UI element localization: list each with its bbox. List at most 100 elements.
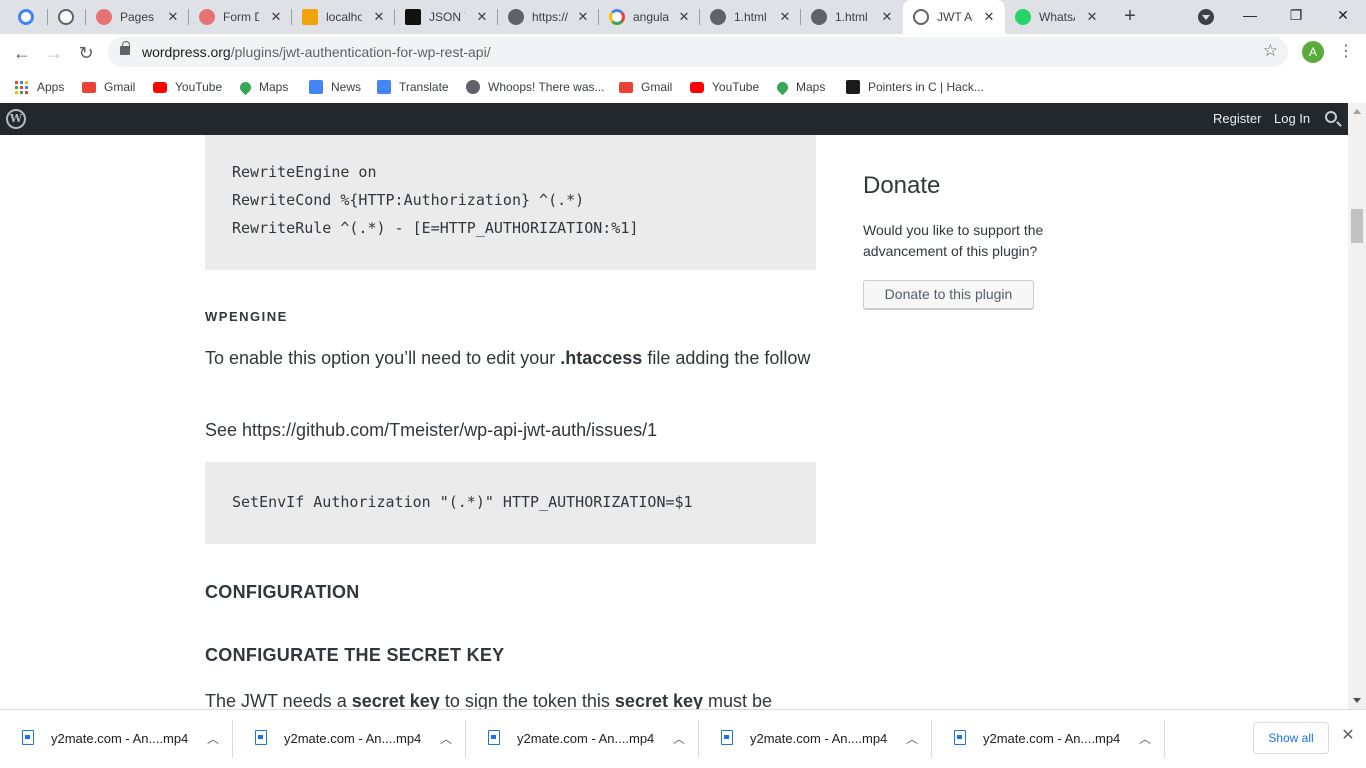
download-item[interactable]: y2mate.com - An....mp4 ︿ <box>932 710 1165 768</box>
close-icon[interactable]: ✕ <box>676 9 692 25</box>
close-icon[interactable]: ✕ <box>1339 727 1357 745</box>
download-item[interactable]: y2mate.com - An....mp4 ︿ <box>466 710 699 768</box>
new-tab-button[interactable]: + <box>1119 5 1141 27</box>
video-file-icon <box>22 730 34 745</box>
browser-toolbar: ← → ↻ wordpress.org/plugins/jwt-authenti… <box>0 34 1366 71</box>
bookmark-gmail[interactable]: Gmail <box>82 77 135 97</box>
download-filename: y2mate.com - An....mp4 <box>750 731 888 746</box>
browser-menu-icon[interactable]: ⋮ <box>1338 40 1354 64</box>
bookmark-hackerrank[interactable]: Pointers in C | Hack... <box>846 77 984 97</box>
bookmark-youtube-2[interactable]: YouTube <box>690 77 759 97</box>
show-all-downloads-button[interactable]: Show all <box>1253 722 1329 754</box>
wpengine-heading: WPENGINE <box>205 309 288 324</box>
tab-localhost[interactable]: localho ✕ <box>292 0 395 34</box>
search-icon[interactable] <box>1325 111 1337 123</box>
close-icon[interactable]: ✕ <box>1084 9 1100 25</box>
jwt-secret-paragraph: The JWT needs a secret key to sign the t… <box>205 688 816 709</box>
tab-title: https:// <box>532 10 568 24</box>
url-text[interactable]: wordpress.org/plugins/jwt-authentication… <box>142 44 491 60</box>
bookmark-maps[interactable]: Maps <box>237 77 289 97</box>
donate-title: Donate <box>863 172 941 199</box>
wordpress-icon <box>58 9 74 25</box>
url-host: wordpress.org <box>142 44 231 60</box>
close-icon[interactable]: ✕ <box>981 9 997 25</box>
tab-https[interactable]: https:// ✕ <box>498 0 599 34</box>
bookmarks-bar: Apps Gmail YouTube Maps News Translate W… <box>0 71 1366 103</box>
bookmark-translate[interactable]: Translate <box>377 77 449 97</box>
maps-icon <box>237 79 254 95</box>
download-item[interactable]: y2mate.com - An....mp4 ︿ <box>0 710 233 768</box>
donate-button[interactable]: Donate to this plugin <box>863 280 1034 309</box>
download-separator <box>1164 720 1165 758</box>
bookmark-youtube[interactable]: YouTube <box>153 77 222 97</box>
scroll-down-arrow-icon[interactable] <box>1353 698 1361 703</box>
chevron-up-icon[interactable]: ︿ <box>906 730 918 747</box>
tab-search-icon[interactable] <box>1198 9 1214 25</box>
download-shelf: y2mate.com - An....mp4 ︿ y2mate.com - An… <box>0 709 1366 768</box>
bookmark-apps[interactable]: Apps <box>15 77 64 97</box>
profile-avatar[interactable]: A <box>1302 41 1324 63</box>
tab-wordpress[interactable] <box>48 0 86 34</box>
reload-icon: ↻ <box>78 43 94 63</box>
close-icon[interactable]: ✕ <box>268 9 284 25</box>
scroll-up-arrow-icon[interactable] <box>1353 109 1361 114</box>
page-scrollbar[interactable] <box>1348 103 1366 709</box>
download-filename: y2mate.com - An....mp4 <box>51 731 189 746</box>
gmail-icon <box>82 81 96 93</box>
chevron-up-icon[interactable]: ︿ <box>673 730 685 747</box>
bookmark-maps-2[interactable]: Maps <box>774 77 825 97</box>
bookmark-whoops[interactable]: Whoops! There was... <box>466 77 605 97</box>
reload-button[interactable]: ↻ <box>73 40 99 66</box>
address-bar[interactable]: wordpress.org/plugins/jwt-authentication… <box>108 37 1288 67</box>
close-icon[interactable]: ✕ <box>165 9 181 25</box>
tab-title: Pages ‹ <box>120 10 156 24</box>
youtube-icon <box>690 81 704 93</box>
globe-icon <box>466 80 480 94</box>
bookmark-label: YouTube <box>712 80 760 94</box>
tab-whatsapp[interactable]: WhatsA ✕ <box>1005 0 1108 34</box>
close-icon[interactable]: ✕ <box>371 9 387 25</box>
close-icon[interactable]: ✕ <box>474 9 490 25</box>
globe-icon <box>508 9 524 25</box>
chevron-up-icon[interactable]: ︿ <box>1139 730 1151 747</box>
bookmark-news[interactable]: News <box>309 77 361 97</box>
scrollbar-thumb[interactable] <box>1351 209 1363 243</box>
close-window-button[interactable]: ✕ <box>1320 0 1366 30</box>
bookmark-label: YouTube <box>175 80 223 94</box>
tab-angular[interactable]: angula ✕ <box>599 0 700 34</box>
chevron-up-icon[interactable]: ︿ <box>207 730 219 747</box>
code-line: RewriteCond %{HTTP:Authorization} ^(.*) <box>232 191 585 209</box>
tab-json[interactable]: JSON V ✕ <box>395 0 498 34</box>
download-item[interactable]: y2mate.com - An....mp4 ︿ <box>233 710 466 768</box>
arrow-right-icon: → <box>45 43 63 63</box>
wordpress-org-header-bar: W Register Log In <box>0 103 1348 135</box>
tab-jwt-active[interactable]: JWT Au ✕ <box>903 0 1005 34</box>
download-item[interactable]: y2mate.com - An....mp4 ︿ <box>699 710 932 768</box>
bookmark-star-icon[interactable]: ☆ <box>1263 41 1278 61</box>
maximize-button[interactable]: ❐ <box>1273 0 1319 30</box>
bookmark-gmail-2[interactable]: Gmail <box>619 77 672 97</box>
tab-title: JSON V <box>429 10 465 24</box>
tab-pages[interactable]: Pages ‹ ✕ <box>86 0 189 34</box>
back-button[interactable]: ← <box>9 40 35 66</box>
tab-strip: Pages ‹ ✕ Form D ✕ localho ✕ JSON V ✕ ht… <box>0 0 1366 34</box>
forward-button[interactable]: → <box>41 40 67 66</box>
tab-form[interactable]: Form D ✕ <box>189 0 292 34</box>
bookmark-label: News <box>331 80 362 94</box>
tab-chromium[interactable] <box>8 0 48 34</box>
wordpress-logo-icon[interactable]: W <box>6 109 26 129</box>
bookmark-label: Maps <box>259 80 289 94</box>
register-link[interactable]: Register <box>1213 111 1261 126</box>
tab-1html-b[interactable]: 1.html ✕ <box>801 0 903 34</box>
tab-1html-a[interactable]: 1.html ✕ <box>700 0 801 34</box>
close-icon[interactable]: ✕ <box>879 9 895 25</box>
youtube-icon <box>153 81 167 93</box>
chevron-up-icon[interactable]: ︿ <box>440 730 452 747</box>
code-block-htaccess: RewriteEngine on RewriteCond %{HTTP:Auth… <box>205 135 816 270</box>
code-line: SetEnvIf Authorization "(.*)" HTTP_AUTHO… <box>232 493 693 511</box>
close-icon[interactable]: ✕ <box>777 9 793 25</box>
globe-icon <box>811 9 827 25</box>
close-icon[interactable]: ✕ <box>575 9 591 25</box>
login-link[interactable]: Log In <box>1274 111 1310 126</box>
minimize-button[interactable]: — <box>1227 0 1273 30</box>
